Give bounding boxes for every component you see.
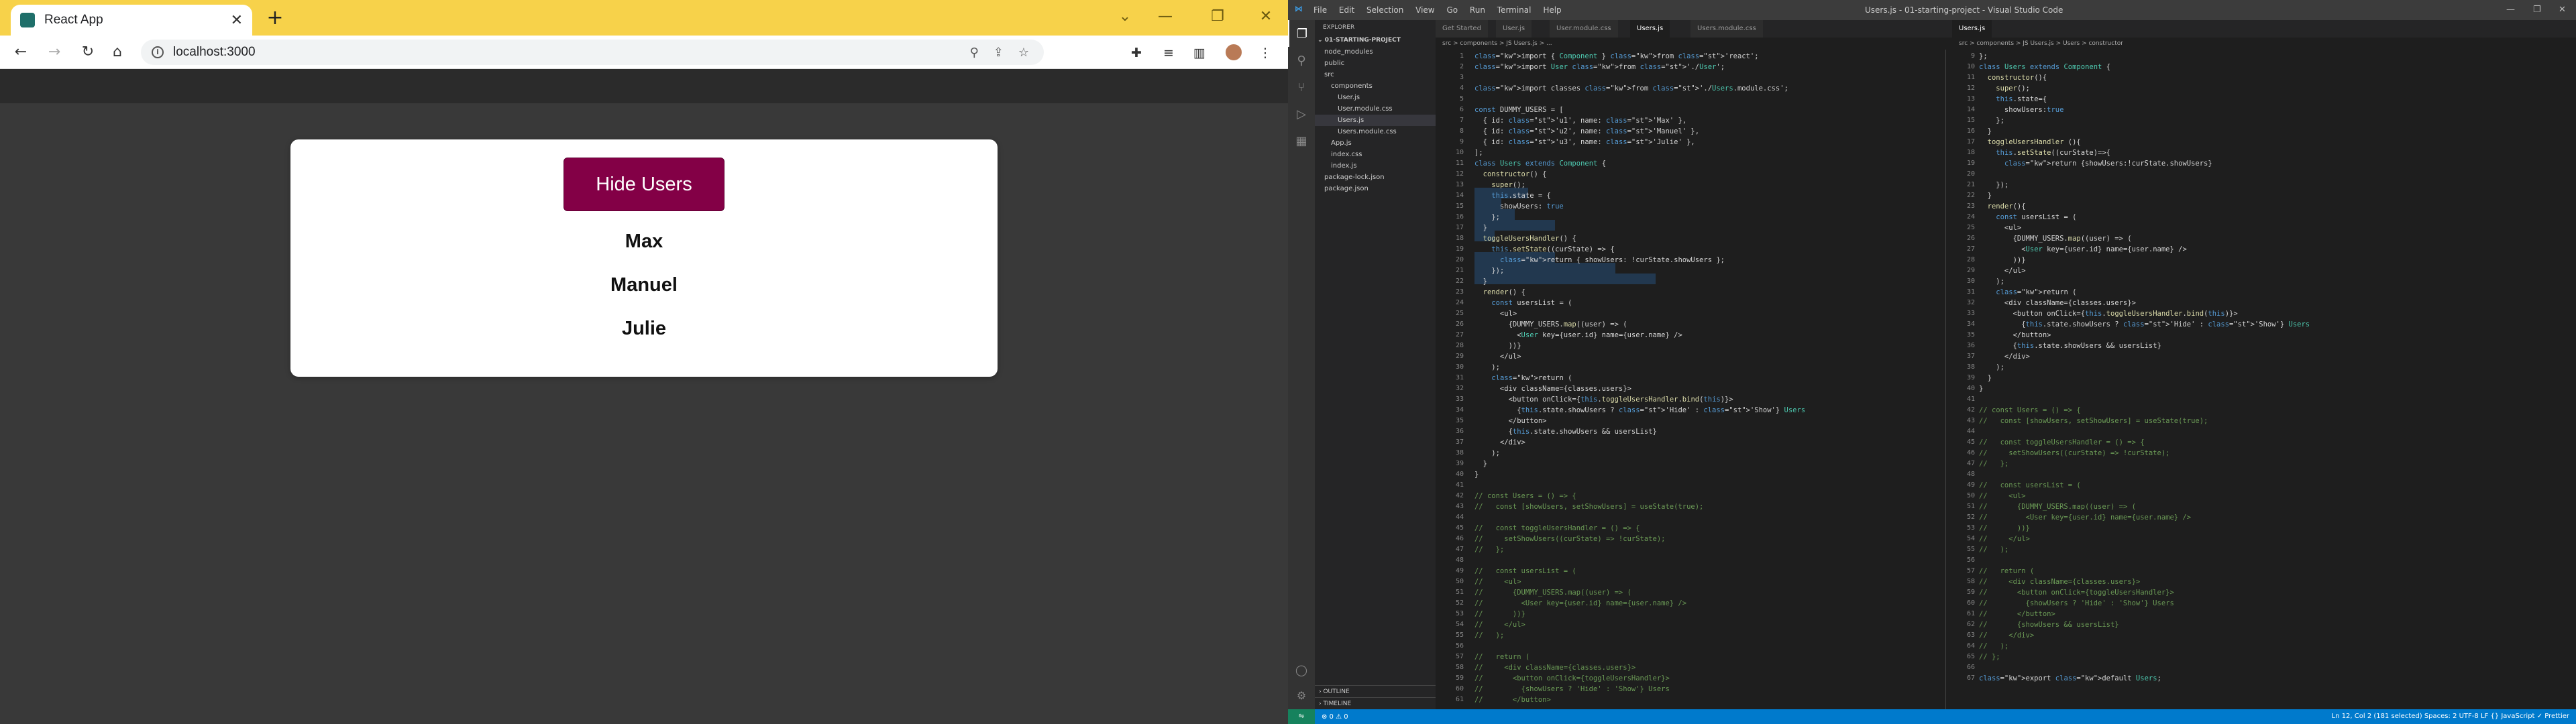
editor-area: Get Started User.js User.module.css User…	[1436, 20, 2576, 724]
side-panel-icon[interactable]: ▥	[1190, 44, 1209, 62]
vscode-window: ⋈ File Edit Selection View Go Run Termin…	[1288, 0, 2576, 724]
tab-title: React App	[44, 13, 103, 27]
menu-go[interactable]: Go	[1446, 5, 1458, 15]
tree-item[interactable]: components	[1315, 80, 1436, 92]
react-favicon-icon	[20, 13, 35, 27]
tab-users-module-css[interactable]: Users.module.css	[1690, 20, 1764, 38]
browser-tab[interactable]: React App ✕	[11, 5, 252, 36]
minimize-button[interactable]: —	[1155, 8, 1175, 25]
tab-users-js-right[interactable]: Users.js	[1952, 20, 1993, 38]
users-card: Hide Users Max Manuel Julie	[290, 139, 998, 377]
tree-item[interactable]: App.js	[1315, 137, 1436, 149]
activity-bar: ❐ ⚲ ⑂ ▷ ▦ ◯ ⚙	[1288, 20, 1315, 709]
tab-get-started[interactable]: Get Started	[1436, 20, 1489, 38]
menu-dots-icon[interactable]: ⋮	[1256, 44, 1275, 62]
menu-edit[interactable]: Edit	[1339, 5, 1354, 15]
tab-user-module-css[interactable]: User.module.css	[1550, 20, 1619, 38]
explorer-title: EXPLORER	[1323, 24, 1355, 31]
menu-terminal[interactable]: Terminal	[1497, 5, 1532, 15]
timeline-label: TIMELINE	[1323, 701, 1352, 707]
breadcrumb-left[interactable]: src > components > JS Users.js > ...	[1442, 38, 1552, 50]
line-numbers-right: 9 10 11 12 13 14 15 16 17 18 19 20 21 22 23 24 25 26 27 28 2…	[1966, 52, 1975, 682]
browser-window: React App ✕ + ⌄ — ❐ ✕ ← → ↻ ⌂ i localhos…	[0, 0, 1288, 724]
explorer-sidebar: EXPLORER ⌄ 01-STARTING-PROJECT node_modu…	[1315, 20, 1436, 709]
tree-item[interactable]: User.js	[1315, 92, 1436, 103]
account-icon[interactable]: ◯	[1288, 664, 1315, 676]
menu-file[interactable]: File	[1313, 5, 1327, 15]
tab-user-js[interactable]: User.js	[1496, 20, 1533, 38]
media-icon[interactable]: ≡	[1159, 44, 1178, 62]
project-name: 01-STARTING-PROJECT	[1324, 37, 1401, 44]
url-text[interactable]: localhost:3000	[173, 45, 970, 60]
tab-users-js[interactable]: Users.js	[1630, 20, 1671, 38]
maximize-button[interactable]: ❐	[1208, 8, 1228, 25]
remote-indicator[interactable]: ⇋	[1288, 709, 1315, 724]
source-control-icon[interactable]: ⑂	[1288, 74, 1315, 101]
tree-item[interactable]: User.module.css	[1315, 103, 1436, 115]
editor-tabs: Get Started User.js User.module.css User…	[1436, 20, 2576, 38]
menu-run[interactable]: Run	[1470, 5, 1485, 15]
explorer-icon[interactable]: ❐	[1288, 20, 1315, 47]
tree-item[interactable]: index.css	[1315, 149, 1436, 160]
settings-gear-icon[interactable]: ⚙	[1288, 689, 1315, 702]
code-editor-left[interactable]: class="kw">import { Component } class="k…	[1474, 51, 1805, 705]
tab-close-icon[interactable]: ✕	[231, 12, 243, 29]
menu-view[interactable]: View	[1415, 5, 1434, 15]
share-icon[interactable]: ⇪	[994, 46, 1004, 60]
tab-strip: React App ✕ + ⌄ — ❐ ✕	[0, 0, 1288, 36]
window-title: Users.js - 01-starting-project - Visual …	[1865, 5, 2063, 15]
profile-avatar[interactable]	[1224, 43, 1243, 62]
menu-bar: File Edit Selection View Go Run Terminal…	[1313, 5, 1571, 15]
maximize-icon[interactable]: ❐	[2533, 5, 2541, 15]
tree-item[interactable]: public	[1315, 58, 1436, 69]
tree-item[interactable]: Users.module.css	[1315, 126, 1436, 137]
file-tree: node_modules public src components User.js Us…	[1315, 46, 1436, 194]
menu-selection[interactable]: Selection	[1366, 5, 1403, 15]
zoom-icon[interactable]: ⚲	[970, 46, 979, 60]
search-icon[interactable]: ⚲	[1288, 47, 1315, 74]
tree-item[interactable]: index.js	[1315, 160, 1436, 172]
run-debug-icon[interactable]: ▷	[1288, 101, 1315, 127]
tree-item[interactable]: Users.js	[1315, 115, 1436, 126]
timeline-panel[interactable]: › TIMELINE	[1315, 697, 1436, 709]
tree-item[interactable]: package.json	[1315, 183, 1436, 194]
user-item-manuel: Manuel	[610, 274, 678, 296]
user-item-julie: Julie	[621, 318, 667, 339]
new-tab-button[interactable]: +	[263, 7, 287, 31]
page-header-band	[0, 69, 1288, 103]
address-bar[interactable]: i localhost:3000 ⚲ ⇪ ☆	[141, 40, 1044, 65]
tree-item[interactable]: package-lock.json	[1315, 172, 1436, 183]
outline-panel[interactable]: › OUTLINE	[1315, 685, 1436, 697]
menu-help[interactable]: Help	[1543, 5, 1561, 15]
minimize-icon[interactable]: —	[2506, 5, 2515, 15]
tree-item[interactable]: src	[1315, 69, 1436, 80]
problems-indicator[interactable]: ⊗ 0 ⚠ 0	[1322, 713, 1348, 721]
close-icon[interactable]: ✕	[2559, 5, 2566, 15]
status-right[interactable]: Ln 12, Col 2 (181 selected) Spaces: 2 UT…	[2332, 709, 2569, 724]
browser-toolbar: ← → ↻ ⌂ i localhost:3000 ⚲ ⇪ ☆ ✚ ≡ ▥ ⋮	[0, 36, 1288, 69]
status-bar: ⇋ ⊗ 0 ⚠ 0 Ln 12, Col 2 (181 selected) Sp…	[1288, 709, 2576, 724]
tree-item[interactable]: node_modules	[1315, 46, 1436, 58]
tab-search-icon[interactable]: ⌄	[1115, 8, 1135, 25]
outline-label: OUTLINE	[1323, 688, 1350, 695]
toggle-users-button[interactable]: Hide Users	[564, 158, 724, 211]
forward-icon[interactable]: →	[44, 42, 64, 62]
vscode-logo-icon: ⋈	[1295, 4, 1303, 13]
reload-icon[interactable]: ↻	[78, 42, 98, 62]
title-bar: ⋈ File Edit Selection View Go Run Termin…	[1288, 0, 2576, 20]
bookmark-star-icon[interactable]: ☆	[1018, 46, 1029, 60]
project-folder[interactable]: ⌄ 01-STARTING-PROJECT	[1315, 35, 1436, 46]
back-icon[interactable]: ←	[11, 42, 31, 62]
home-icon[interactable]: ⌂	[107, 42, 127, 62]
code-editor-right[interactable]: }; class Users extends Component { const…	[1979, 51, 2310, 684]
site-info-icon[interactable]: i	[152, 46, 164, 58]
extensions-icon[interactable]: ✚	[1127, 44, 1146, 62]
line-numbers-left: 1 2 3 4 5 6 7 8 9 10 11 12 13 14 15 16 17 18 19 20 21 22 23 24 2…	[1455, 52, 1464, 703]
breadcrumb-right[interactable]: src > components > JS Users.js > Users >…	[1959, 38, 2123, 50]
close-window-button[interactable]: ✕	[1256, 8, 1276, 25]
extensions-icon[interactable]: ▦	[1288, 127, 1315, 154]
editor-split-divider	[1945, 50, 1946, 724]
user-item-max: Max	[625, 231, 663, 252]
